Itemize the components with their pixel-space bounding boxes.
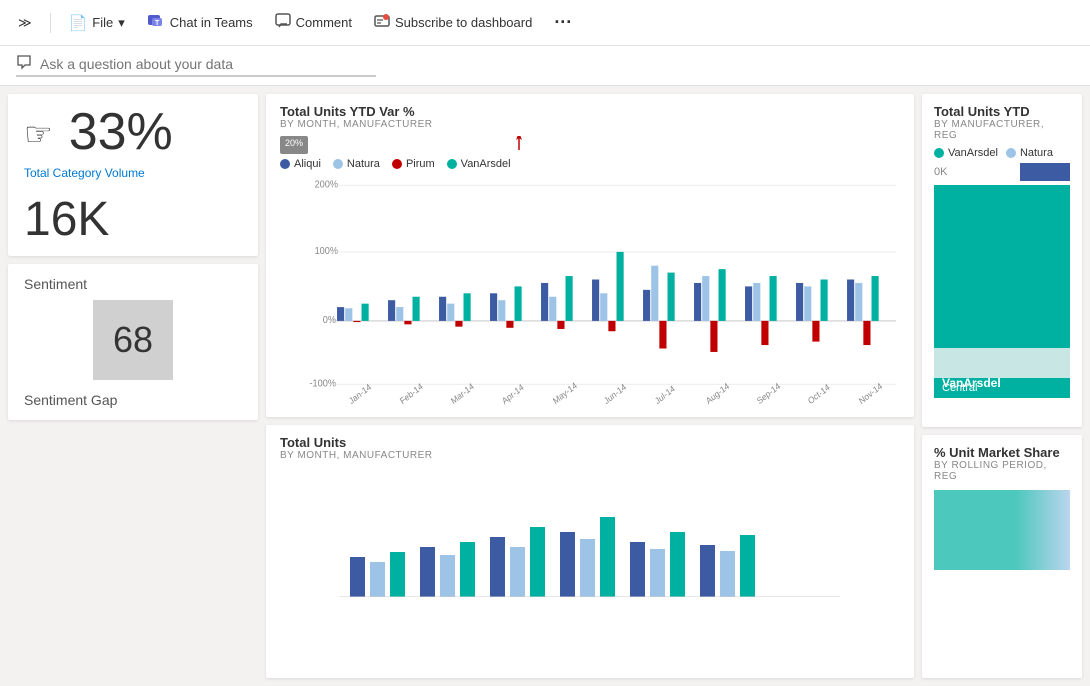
- toolbar-separator: [50, 13, 51, 33]
- more-options-button[interactable]: ···: [546, 8, 580, 37]
- percent-value: 33%: [69, 106, 173, 158]
- aliqui-dot: [280, 159, 290, 169]
- svg-text:Oct-14: Oct-14: [806, 382, 832, 406]
- qa-input-container: [16, 54, 376, 77]
- svg-text:100%: 100%: [315, 246, 339, 258]
- subscribe-icon: [374, 13, 390, 33]
- total-units-title: Total Units: [280, 435, 900, 450]
- subscribe-button[interactable]: Subscribe to dashboard: [366, 9, 540, 37]
- svg-text:Feb-14: Feb-14: [398, 381, 425, 406]
- qa-icon: [16, 54, 32, 73]
- central-label: Central: [942, 382, 977, 394]
- total-units-subtitle: BY MONTH, MANUFACTURER: [280, 450, 900, 461]
- hand-cursor-icon: ☞: [24, 115, 53, 153]
- ytd-var-chart-area: 200% 100% 0% -100%: [280, 176, 900, 406]
- vanarsdel-dot: [447, 159, 457, 169]
- ytd-legend-natura: Natura: [1006, 147, 1053, 159]
- svg-text:-100%: -100%: [310, 378, 337, 390]
- ytd-vanarsdel-dot: [934, 148, 944, 158]
- unit-market-chart: [934, 490, 1070, 570]
- sentiment-gap-label: Sentiment Gap: [24, 392, 242, 408]
- ytd-legend-vanarsdel: VanArsdel: [934, 147, 998, 159]
- total-units-svg: [280, 477, 900, 597]
- comment-icon: [275, 13, 291, 33]
- file-label: File: [92, 15, 113, 30]
- category-volume-card: ☞ 33% Total Category Volume 16K: [8, 94, 258, 256]
- unit-market-card: % Unit Market Share BY ROLLING PERIOD, R…: [922, 435, 1082, 678]
- total-units-card: Total Units BY MONTH, MANUFACTURER: [266, 425, 914, 678]
- ytd-var-legend: Aliqui Natura Pirum VanArsdel: [280, 158, 900, 170]
- ytd-var-chart-card: Total Units YTD Var % BY MONTH, MANUFACT…: [266, 94, 914, 417]
- natura-inner-bar: [934, 348, 1070, 378]
- comment-button[interactable]: Comment: [267, 9, 360, 37]
- file-icon: 📄: [69, 14, 88, 32]
- chat-teams-label: Chat in Teams: [170, 15, 253, 30]
- pirum-label: Pirum: [406, 158, 435, 170]
- unit-market-subtitle: BY ROLLING PERIOD, REG: [934, 460, 1070, 482]
- ytd-subtitle: BY MANUFACTURER, REG: [934, 119, 1070, 141]
- svg-text:T: T: [155, 20, 160, 27]
- ytd-var-svg: 200% 100% 0% -100%: [284, 176, 896, 406]
- sentiment-value: 68: [93, 300, 173, 380]
- legend-vanarsdel: VanArsdel: [447, 158, 511, 170]
- expand-icon: ≫: [18, 15, 32, 31]
- ytd-natura-dot: [1006, 148, 1016, 158]
- right-column: Total Units YTD BY MANUFACTURER, REG Van…: [922, 94, 1082, 678]
- svg-text:May-14: May-14: [551, 380, 579, 406]
- main-content: ☞ 33% Total Category Volume 16K Sentimen…: [0, 86, 1090, 686]
- subscribe-label: Subscribe to dashboard: [395, 15, 532, 30]
- vanarsdel-label: VanArsdel: [461, 158, 511, 170]
- expand-button[interactable]: ≫: [10, 11, 40, 35]
- ytd-legend: VanArsdel Natura: [934, 147, 1070, 159]
- toolbar: ≫ 📄 File ▾ T Chat in Teams Comment: [0, 0, 1090, 46]
- natura-dot: [333, 159, 343, 169]
- qa-input[interactable]: [40, 56, 340, 72]
- more-icon: ···: [554, 12, 572, 33]
- ytd-title: Total Units YTD: [934, 104, 1070, 119]
- ytd-blue-indicator: [1020, 163, 1070, 181]
- svg-text:Jan-14: Jan-14: [347, 381, 373, 406]
- comment-label: Comment: [296, 15, 352, 30]
- ytd-vanarsdel-label: VanArsdel: [948, 147, 998, 159]
- pirum-dot: [392, 159, 402, 169]
- sentiment-card: Sentiment 68 Sentiment Gap: [8, 264, 258, 420]
- svg-text:200%: 200%: [315, 179, 339, 191]
- middle-column: Total Units YTD Var % BY MONTH, MANUFACT…: [266, 94, 914, 678]
- ytd-natura-label: Natura: [1020, 147, 1053, 159]
- natura-label: Natura: [347, 158, 380, 170]
- units-value: 16K: [24, 193, 109, 246]
- ytd-zero-label: 0K: [934, 166, 947, 178]
- chat-teams-icon: T: [147, 12, 165, 34]
- total-units-ytd-card: Total Units YTD BY MANUFACTURER, REG Van…: [922, 94, 1082, 427]
- vanarsdel-bar: VanArsdel Central: [934, 185, 1070, 398]
- category-volume-label: Total Category Volume: [24, 166, 242, 180]
- qa-bar: [0, 46, 1090, 86]
- ytd-top-row: 0K: [934, 163, 1070, 181]
- svg-text:Jul-14: Jul-14: [653, 383, 677, 406]
- bottom-charts-row: Total Units BY MONTH, MANUFACTURER: [266, 425, 914, 678]
- aliqui-label: Aliqui: [294, 158, 321, 170]
- svg-text:Jun-14: Jun-14: [602, 381, 628, 406]
- pin-icon: [511, 136, 527, 152]
- unit-market-title: % Unit Market Share: [934, 445, 1070, 460]
- pct-chip: 20%: [280, 136, 308, 154]
- ytd-var-subtitle: BY MONTH, MANUFACTURER: [280, 119, 900, 130]
- ytd-var-title: Total Units YTD Var %: [280, 104, 900, 119]
- sentiment-label: Sentiment: [24, 276, 242, 292]
- legend-aliqui: Aliqui: [280, 158, 321, 170]
- file-button[interactable]: 📄 File ▾: [61, 10, 133, 36]
- legend-pirum: Pirum: [392, 158, 435, 170]
- chat-teams-button[interactable]: T Chat in Teams: [139, 8, 261, 38]
- month-chips-row: 20%: [280, 136, 900, 154]
- total-units-chart: [280, 467, 900, 597]
- legend-natura: Natura: [333, 158, 380, 170]
- svg-text:Mar-14: Mar-14: [449, 381, 476, 406]
- left-column: ☞ 33% Total Category Volume 16K Sentimen…: [8, 94, 258, 420]
- svg-text:Apr-14: Apr-14: [500, 382, 526, 406]
- file-chevron-icon: ▾: [118, 15, 125, 31]
